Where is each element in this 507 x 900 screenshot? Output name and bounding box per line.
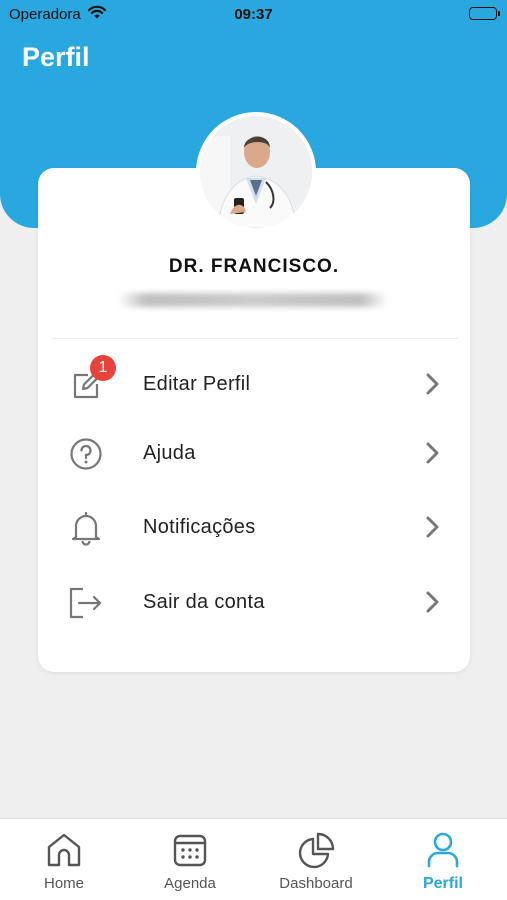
doctor-photo [200,116,312,228]
status-time: 09:37 [234,6,273,23]
help-icon [66,436,106,472]
doctor-name: DR. FRANCISCO. [168,256,340,277]
user-icon [380,831,506,871]
menu-item-notifications[interactable]: Notificações [38,498,470,558]
menu-item-label: Sair da conta [143,591,265,613]
chevron-right-icon [424,514,442,545]
menu-item-label: Ajuda [143,442,196,464]
tab-dashboard[interactable]: Dashboard [253,819,379,900]
tab-bar: Home Agenda Dashboard Perfil [0,818,507,900]
menu-item-logout[interactable]: Sair da conta [38,573,470,633]
tab-perfil[interactable]: Perfil [380,819,506,900]
bell-icon [66,510,106,546]
menu-item-help[interactable]: Ajuda [38,424,470,484]
notification-badge: 1 [90,355,116,381]
tab-label: Home [43,875,84,892]
tab-label: Agenda [164,875,216,892]
chevron-right-icon [424,589,442,620]
avatar[interactable] [196,112,316,232]
tab-label: Perfil [422,875,463,892]
calendar-icon [127,831,253,871]
logout-icon [66,585,106,621]
status-bar: Operadora 09:37 [0,0,507,30]
tab-label: Dashboard [279,875,353,892]
pie-chart-icon [253,831,379,871]
battery-icon [469,7,500,20]
divider [52,338,458,339]
page-title: Perfil [22,42,90,72]
chevron-right-icon [424,371,442,402]
tab-home[interactable]: Home [1,819,127,900]
home-icon [1,831,127,871]
menu-item-label: Notificações [143,516,256,538]
redacted-email [118,293,388,307]
menu-item-edit-profile[interactable]: 1 Editar Perfil [38,355,470,415]
tab-agenda[interactable]: Agenda [127,819,253,900]
chevron-right-icon [424,440,442,471]
menu-item-label: Editar Perfil [143,373,251,395]
